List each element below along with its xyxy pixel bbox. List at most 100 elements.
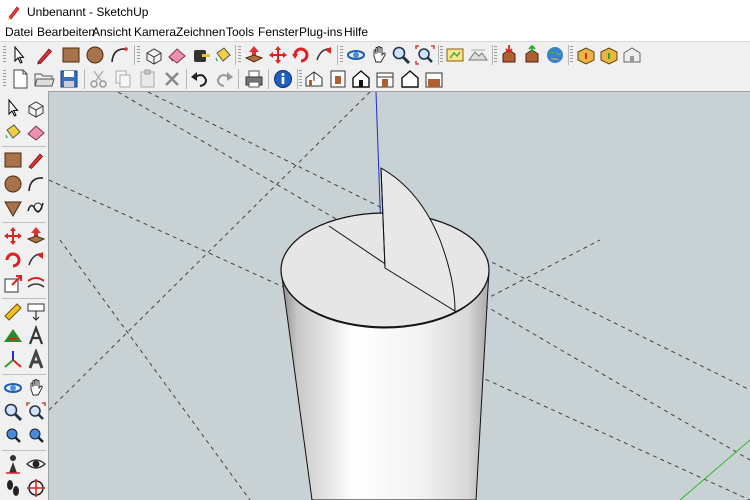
3d-scene (49, 92, 750, 500)
menu-hilfe[interactable]: Hilfe (344, 25, 368, 39)
tape-measure-icon[interactable] (2, 301, 24, 323)
protractor-tool-icon[interactable] (2, 325, 24, 347)
freehand-tool-icon[interactable] (25, 197, 47, 219)
walk-tool-icon[interactable] (2, 477, 24, 499)
iso-view-icon[interactable] (303, 68, 325, 90)
components-share-icon[interactable] (598, 44, 620, 66)
add-location-icon[interactable] (444, 44, 466, 66)
zoom-window-icon[interactable] (25, 401, 47, 423)
print-icon[interactable] (243, 68, 265, 90)
redo-icon[interactable] (213, 68, 235, 90)
top-view-icon[interactable] (327, 68, 349, 90)
menu-ansicht[interactable]: Ansicht (92, 25, 131, 39)
follow-me-icon[interactable] (25, 249, 47, 271)
make-component-icon[interactable] (143, 44, 165, 66)
rotate-tool-icon[interactable] (2, 249, 24, 271)
move-tool-icon[interactable] (2, 225, 24, 247)
toolbar-grip[interactable] (299, 70, 302, 88)
polygon-tool-icon[interactable] (2, 197, 24, 219)
standard-toolbar (0, 66, 750, 92)
pencil-tool-icon[interactable] (34, 44, 56, 66)
copy-icon[interactable] (112, 68, 134, 90)
arc-tool-icon[interactable] (25, 173, 47, 195)
line-tool-icon[interactable] (25, 149, 47, 171)
sketchup-pencil-icon (8, 6, 20, 20)
back-view-icon[interactable] (399, 68, 421, 90)
menu-datei[interactable]: Datei (5, 25, 33, 39)
photo-textures-icon[interactable] (621, 44, 643, 66)
drawing-viewport[interactable] (49, 92, 750, 500)
3d-text-tool-icon[interactable] (25, 349, 47, 371)
section-plane-icon[interactable] (25, 477, 47, 499)
eraser-tool-icon[interactable] (166, 44, 188, 66)
3d-warehouse-icon[interactable] (544, 44, 566, 66)
undo-icon[interactable] (189, 68, 211, 90)
circle-tool-icon[interactable] (2, 173, 24, 195)
toolbar-grip[interactable] (570, 46, 573, 64)
circle-tool-icon[interactable] (84, 44, 106, 66)
toolbar-grip[interactable] (440, 46, 443, 64)
erase-delete-icon[interactable] (161, 68, 183, 90)
right-view-icon[interactable] (374, 68, 396, 90)
left-view-icon[interactable] (423, 68, 445, 90)
menu-kamera[interactable]: Kamera (134, 25, 176, 39)
follow-me-icon[interactable] (313, 44, 335, 66)
orbit-tool-icon[interactable] (2, 377, 24, 399)
main-toolbar (0, 41, 750, 68)
scale-tool-icon[interactable] (2, 273, 24, 295)
zoom-extents-icon[interactable] (414, 44, 436, 66)
menu-plugins[interactable]: Plug-ins (299, 25, 342, 39)
green-axis-line (679, 439, 750, 500)
eraser-tool-icon[interactable] (25, 121, 47, 143)
tape-measure-icon[interactable] (190, 44, 212, 66)
zoom-extents-icon[interactable] (25, 425, 47, 447)
orbit-tool-icon[interactable] (345, 44, 367, 66)
new-file-icon[interactable] (9, 68, 31, 90)
zoom-tool-icon[interactable] (2, 401, 24, 423)
select-tool-icon[interactable] (2, 97, 24, 119)
axes-tool-icon[interactable] (2, 349, 24, 371)
offset-tool-icon[interactable] (25, 273, 47, 295)
menu-bearbeiten[interactable]: Bearbeiten (37, 25, 95, 39)
model-info-icon[interactable] (272, 68, 294, 90)
cut-icon[interactable] (88, 68, 110, 90)
paint-bucket-icon[interactable] (212, 44, 234, 66)
window-title: Unbenannt - SketchUp (27, 5, 149, 19)
move-tool-icon[interactable] (267, 44, 289, 66)
menu-tools[interactable]: Tools (226, 25, 254, 39)
save-icon[interactable] (58, 68, 80, 90)
text-tool-icon[interactable] (25, 325, 47, 347)
rectangle-tool-icon[interactable] (2, 149, 24, 171)
menu-fenster[interactable]: Fenster (258, 25, 299, 39)
push-pull-icon[interactable] (243, 44, 265, 66)
select-tool-icon[interactable] (8, 44, 30, 66)
previous-view-icon[interactable] (2, 425, 24, 447)
rectangle-tool-icon[interactable] (60, 44, 82, 66)
zoom-tool-icon[interactable] (390, 44, 412, 66)
title-bar: Unbenannt - SketchUp (0, 0, 750, 23)
push-pull-icon[interactable] (25, 225, 47, 247)
toolbar-grip[interactable] (238, 46, 241, 64)
arc-tool-icon[interactable] (108, 44, 130, 66)
pan-tool-icon[interactable] (25, 377, 47, 399)
get-models-icon[interactable] (498, 44, 520, 66)
pan-tool-icon[interactable] (368, 44, 390, 66)
paste-icon[interactable] (137, 68, 159, 90)
position-camera-icon[interactable] (2, 453, 24, 475)
toolbar-grip[interactable] (3, 70, 6, 88)
toolbar-grip[interactable] (340, 46, 343, 64)
paint-bucket-icon[interactable] (2, 121, 24, 143)
share-model-icon[interactable] (521, 44, 543, 66)
components-get-icon[interactable] (575, 44, 597, 66)
make-component-icon[interactable] (25, 97, 47, 119)
toolbar-grip[interactable] (3, 46, 6, 64)
toolbar-grip[interactable] (494, 46, 497, 64)
menu-zeichnen[interactable]: Zeichnen (176, 25, 225, 39)
front-view-icon[interactable] (350, 68, 372, 90)
look-around-icon[interactable] (25, 453, 47, 475)
rotate-tool-icon[interactable] (290, 44, 312, 66)
dimension-tool-icon[interactable] (25, 301, 47, 323)
toolbar-grip[interactable] (137, 46, 140, 64)
open-folder-icon[interactable] (33, 68, 55, 90)
toggle-terrain-icon[interactable] (467, 44, 489, 66)
